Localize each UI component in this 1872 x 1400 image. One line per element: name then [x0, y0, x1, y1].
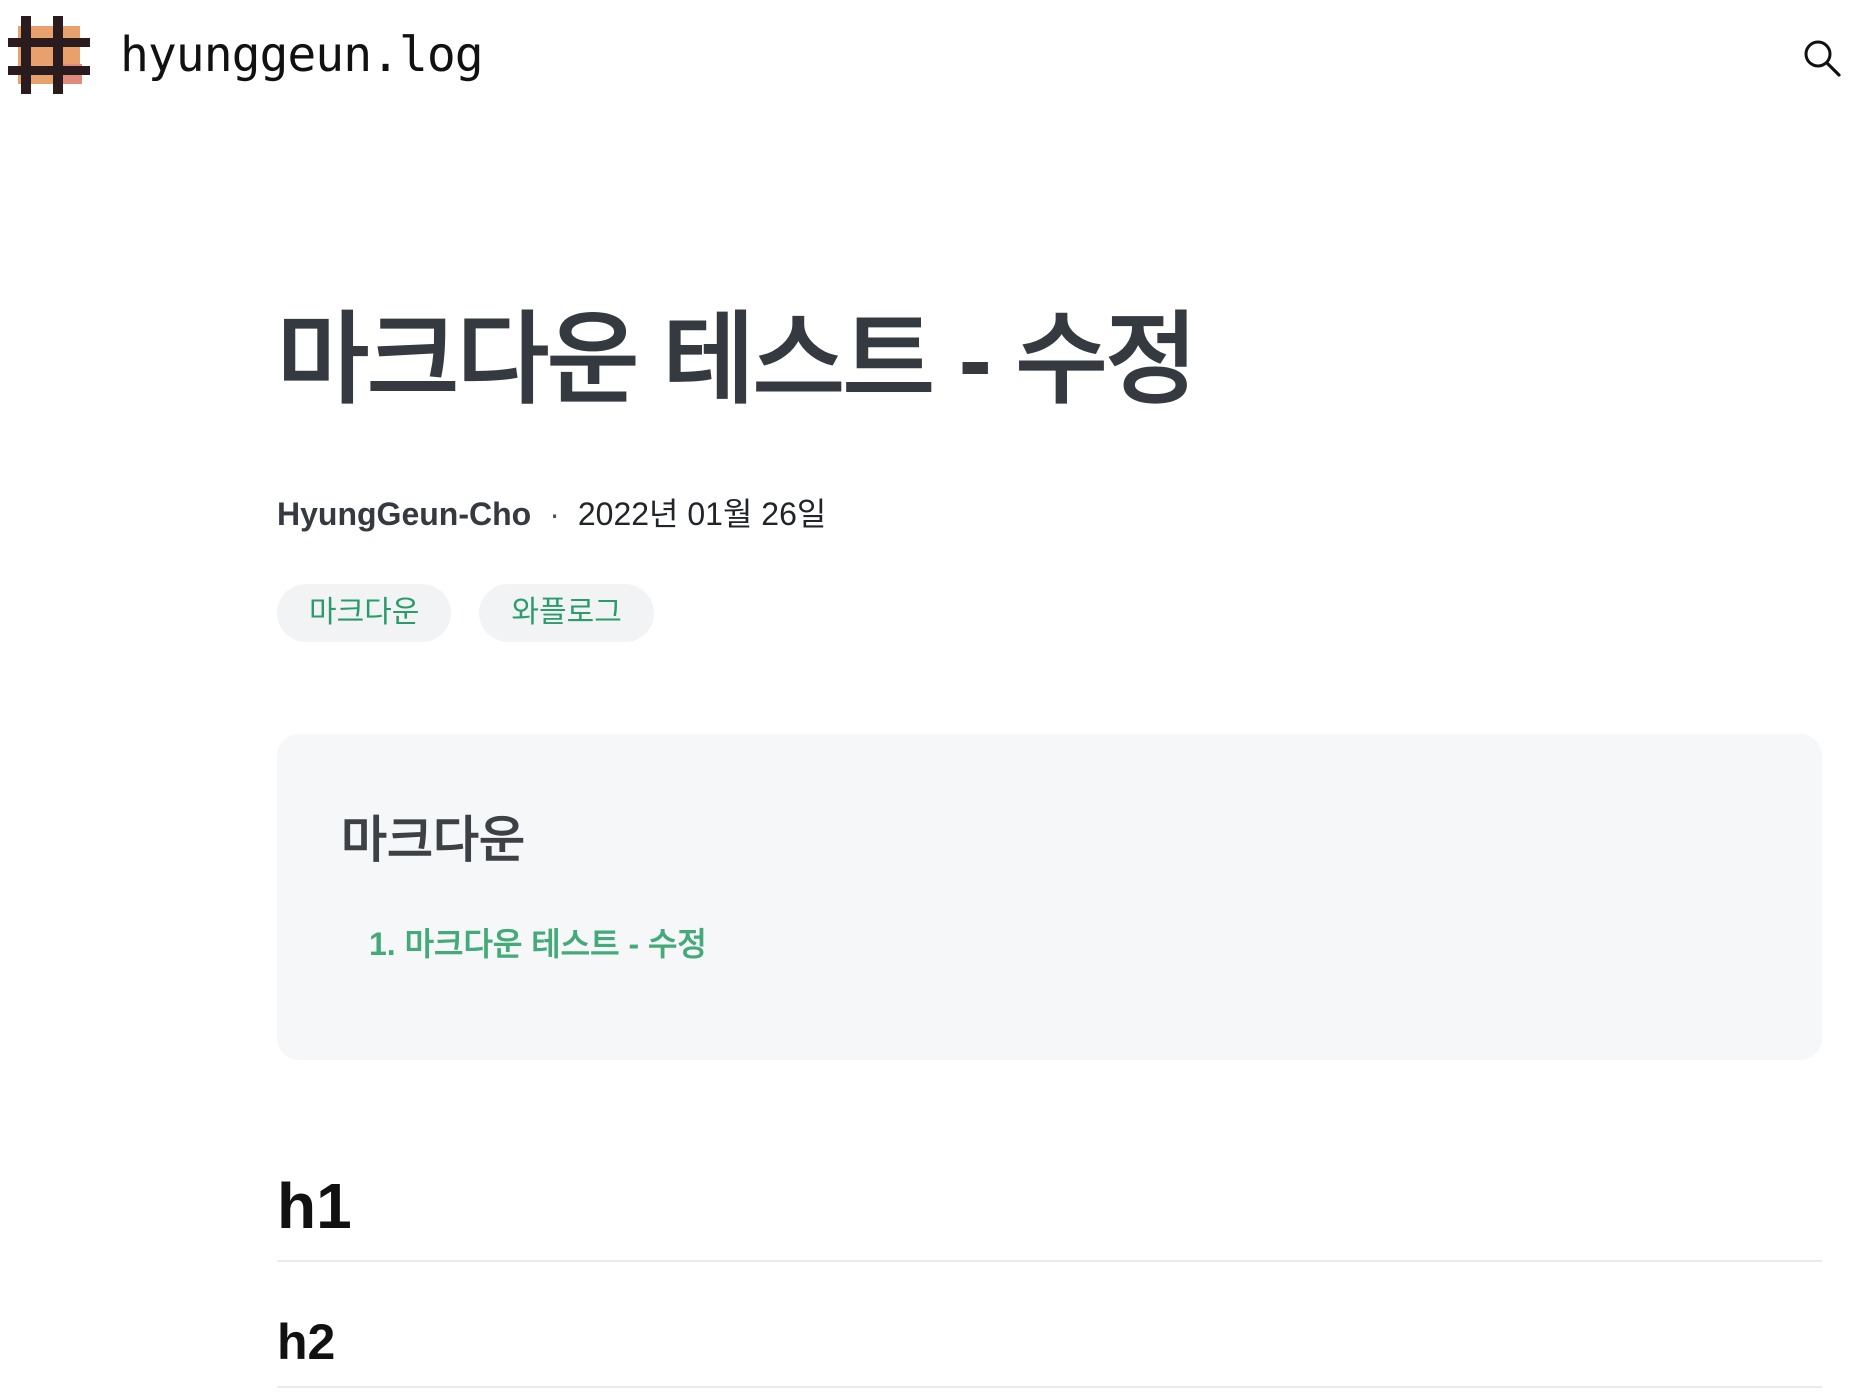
- site-name[interactable]: hyunggeun.log: [120, 24, 484, 86]
- body-heading-h2: h2: [277, 1314, 336, 1370]
- search-icon[interactable]: [1802, 38, 1842, 78]
- post-date: 2022년 01월 26일: [577, 496, 827, 532]
- meta-separator: ·: [549, 496, 560, 532]
- body-heading-h1: h1: [277, 1170, 352, 1242]
- tag-markdown[interactable]: 마크다운: [277, 584, 452, 642]
- post-meta: HyungGeun-Cho · 2022년 01월 26일: [277, 494, 826, 534]
- heading-divider: [277, 1386, 1822, 1388]
- post-author[interactable]: HyungGeun-Cho: [277, 496, 531, 532]
- table-of-contents: 마크다운 1. 마크다운 테스트 - 수정: [277, 734, 1822, 1060]
- post-title: 마크다운 테스트 - 수정: [277, 304, 1198, 416]
- site-header: hyunggeun.log: [0, 0, 1872, 116]
- tag-list: 마크다운 와플로그: [277, 584, 654, 642]
- tag-wafflog[interactable]: 와플로그: [479, 584, 654, 642]
- grid-logo-icon[interactable]: [8, 16, 90, 94]
- heading-divider: [277, 1260, 1822, 1262]
- toc-title: 마크다운: [341, 812, 525, 868]
- toc-item[interactable]: 1. 마크다운 테스트 - 수정: [369, 924, 707, 964]
